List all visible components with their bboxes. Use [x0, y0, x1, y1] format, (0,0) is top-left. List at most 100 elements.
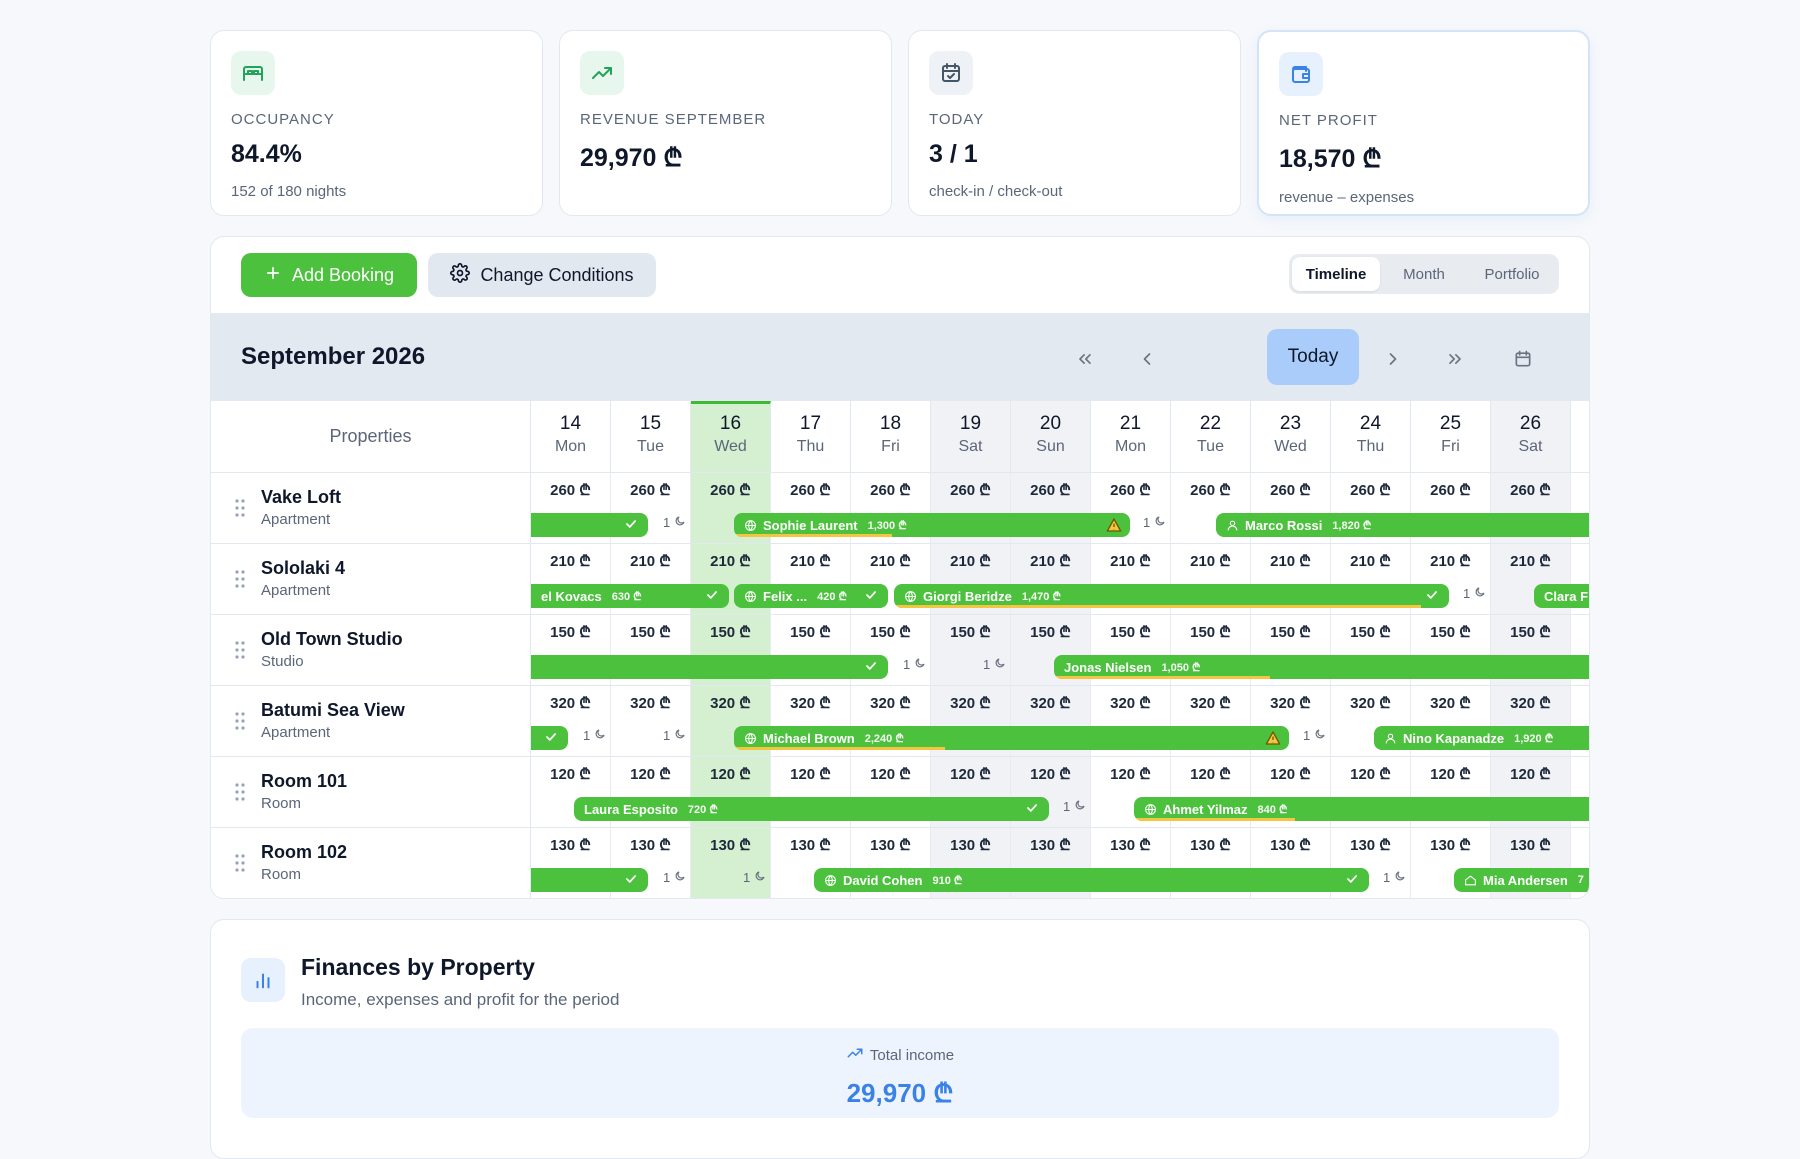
drag-handle-icon[interactable]: [235, 641, 245, 664]
day-weekday: Tue: [637, 438, 664, 455]
booking-bar[interactable]: Giorgi Beridze 1,470 ₾: [894, 584, 1449, 608]
booking-bar[interactable]: Marco Rossi 1,820 ₾: [1216, 513, 1589, 537]
property-cell[interactable]: Room 101 Room: [211, 757, 531, 827]
day-number: 25: [1439, 413, 1462, 434]
moon-icon: [754, 870, 766, 885]
day-header: 26 Sat: [1491, 401, 1571, 472]
view-tab-portfolio[interactable]: Portfolio: [1468, 257, 1556, 291]
property-name: Room 102: [261, 842, 348, 862]
drag-handle-icon[interactable]: [235, 854, 245, 877]
day-weekday: Fri: [881, 438, 900, 455]
booking-bar[interactable]: Laura Esposito 720 ₾: [574, 797, 1049, 821]
check-icon: [1345, 872, 1359, 889]
day-header: 14 Mon: [531, 401, 611, 472]
booking-guest: Ahmet Yilmaz: [1163, 801, 1248, 817]
booking-bar[interactable]: Ahmet Yilmaz 840 ₾: [1134, 797, 1589, 821]
booking-bar[interactable]: [531, 513, 648, 537]
price-cell[interactable]: 150 ₾: [931, 615, 1011, 685]
drag-handle-icon[interactable]: [235, 499, 245, 522]
wallet-icon: [1279, 52, 1323, 96]
booking-bar[interactable]: [531, 868, 648, 892]
property-cell[interactable]: Batumi Sea View Apartment: [211, 686, 531, 756]
booking-bar[interactable]: [531, 726, 568, 750]
booking-bar[interactable]: Mia Andersen 7: [1454, 868, 1589, 892]
free-night-indicator: 1: [1463, 586, 1486, 601]
view-tab-month[interactable]: Month: [1380, 257, 1468, 291]
check-icon: [705, 588, 719, 605]
free-night-indicator: 1: [583, 728, 606, 743]
day-weekday: Tue: [1197, 438, 1224, 455]
payment-progress: [1054, 676, 1270, 679]
booking-bar[interactable]: Clara F: [1534, 584, 1589, 608]
property-cell[interactable]: Vake Loft Apartment: [211, 473, 531, 543]
trending-up-icon: [580, 51, 624, 95]
moon-icon: [1314, 728, 1326, 743]
double-chevron-left-icon[interactable]: [1063, 333, 1107, 385]
revenue-card: REVENUE SEPTEMBER 29,970 ₾: [559, 30, 892, 216]
day-number: 20: [1039, 413, 1062, 434]
chevron-left-icon[interactable]: [1125, 333, 1169, 385]
trending-up-icon: [846, 1044, 864, 1066]
free-night-indicator: 1: [1063, 799, 1086, 814]
free-night-count: 1: [663, 870, 671, 885]
booking-bar[interactable]: Jonas Nielsen 1,050 ₾: [1054, 655, 1589, 679]
property-cell[interactable]: Sololaki 4 Apartment: [211, 544, 531, 614]
property-row: Old Town Studio Studio 150 ₾ 150 ₾ 150 ₾ 15…: [211, 615, 1589, 686]
booking-bar[interactable]: Felix ... 420 ₾: [734, 584, 888, 608]
today-button[interactable]: Today: [1267, 329, 1359, 385]
property-cell[interactable]: Old Town Studio Studio: [211, 615, 531, 685]
property-name: Batumi Sea View: [261, 700, 405, 720]
view-tab-timeline[interactable]: Timeline: [1292, 257, 1380, 291]
day-number: 17: [799, 413, 822, 434]
drag-handle-icon[interactable]: [235, 712, 245, 735]
calendar-toolbar: Add Booking Change Conditions Timeline M…: [211, 237, 1589, 313]
calendar-icon[interactable]: [1501, 333, 1545, 385]
day-weekday: Thu: [796, 438, 825, 455]
booking-guest: Jonas Nielsen: [1064, 659, 1152, 675]
day-header: 20 Sun: [1011, 401, 1091, 472]
add-booking-button[interactable]: Add Booking: [241, 253, 417, 297]
total-income-box: Total income 29,970 ₾: [241, 1028, 1559, 1118]
booking-bar[interactable]: Sophie Laurent 1,300 ₾: [734, 513, 1130, 537]
price-cell[interactable]: 130 ₾: [691, 828, 771, 898]
booking-guest: David Cohen: [843, 872, 923, 888]
home-icon: [1464, 874, 1477, 887]
change-conditions-button[interactable]: Change Conditions: [428, 253, 656, 297]
property-name: Sololaki 4: [261, 558, 346, 578]
day-header: 19 Sat: [931, 401, 1011, 472]
timeline-grid: Properties 14 Mon 15 Tue 16 Wed 17 Thu 18 Fr…: [211, 401, 1589, 898]
day-header: 22 Tue: [1171, 401, 1251, 472]
day-weekday: Fri: [1441, 438, 1460, 455]
day-number: 16: [719, 413, 742, 434]
property-cell[interactable]: Room 102 Room: [211, 828, 531, 898]
booking-bar[interactable]: [531, 655, 888, 679]
day-number: 26: [1519, 413, 1542, 434]
booking-bar[interactable]: el Kovacs 630 ₾: [531, 584, 729, 608]
day-header: 17 Thu: [771, 401, 851, 472]
moon-icon: [914, 657, 926, 672]
booking-bar[interactable]: Nino Kapanadze 1,920 ₾: [1374, 726, 1589, 750]
property-row: Batumi Sea View Apartment 320 ₾ 320 ₾ 320 …: [211, 686, 1589, 757]
free-night-indicator: 1: [1303, 728, 1326, 743]
check-icon: [624, 872, 638, 889]
booking-bar[interactable]: Michael Brown 2,240 ₾: [734, 726, 1289, 750]
double-chevron-right-icon[interactable]: [1433, 333, 1477, 385]
chevron-right-icon[interactable]: [1371, 333, 1415, 385]
free-night-count: 1: [1063, 799, 1071, 814]
stat-value: 18,570 ₾: [1279, 145, 1382, 173]
booking-guest: el Kovacs: [541, 588, 602, 604]
booking-amount: 910 ₾: [932, 874, 963, 887]
booking-amount: 720 ₾: [687, 803, 718, 816]
free-night-count: 1: [743, 870, 751, 885]
day-number: 19: [959, 413, 982, 434]
drag-handle-icon[interactable]: [235, 783, 245, 806]
day-header: 24 Thu: [1331, 401, 1411, 472]
stat-label: TODAY: [929, 111, 985, 128]
check-icon: [864, 659, 878, 676]
drag-handle-icon[interactable]: [235, 570, 245, 593]
price-cell[interactable]: 320 ₾: [611, 686, 691, 756]
booking-guest: Nino Kapanadze: [1403, 730, 1505, 746]
properties-header: Properties: [211, 401, 531, 472]
booking-bar[interactable]: David Cohen 910 ₾: [814, 868, 1369, 892]
property-name: Room 101: [261, 771, 348, 791]
